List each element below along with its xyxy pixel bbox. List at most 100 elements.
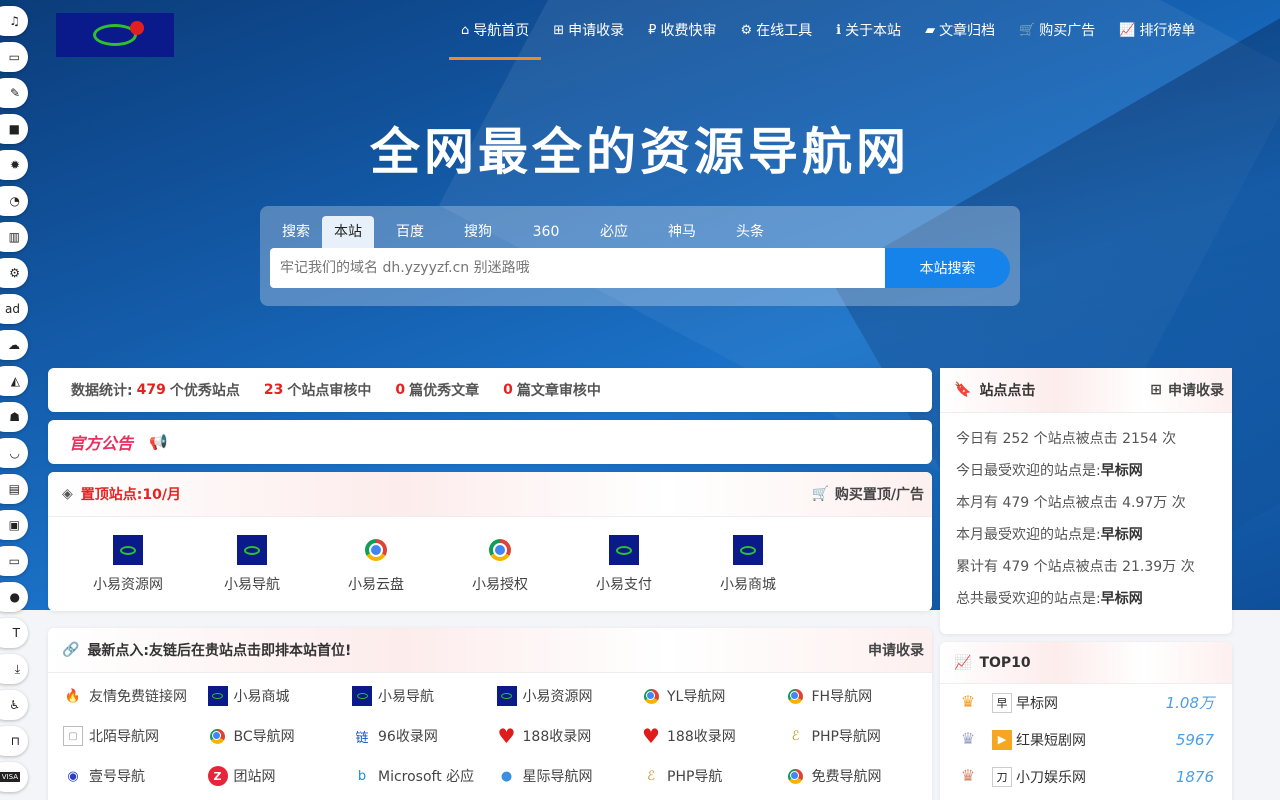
leftbar-item-3[interactable]: ■ <box>0 114 28 144</box>
leftbar-item-20[interactable]: ⊓ <box>0 726 28 756</box>
latest-link-2[interactable]: 小易导航 <box>352 683 497 709</box>
top-site-icon-wrap <box>609 535 639 565</box>
latest-link-0[interactable]: 🔥 友情免费链接网 <box>63 683 208 709</box>
leftbar-item-11[interactable]: ☗ <box>0 402 28 432</box>
nav-item-4[interactable]: ℹ 关于本站 <box>824 0 913 60</box>
nav-item-3[interactable]: ⚙ 在线工具 <box>728 0 824 60</box>
leftbar-item-5[interactable]: ◔ <box>0 186 28 216</box>
barcode-icon: ▥ <box>8 230 20 244</box>
latest-link-16[interactable]: ℰ PHP导航 <box>641 763 786 789</box>
latest-link-14[interactable]: b Microsoft 必应 <box>352 763 497 789</box>
clicks-apply-label: 申请收录 <box>1168 383 1224 399</box>
leftbar-item-7[interactable]: ⚙ <box>0 258 28 288</box>
buy-top-link[interactable]: 🛒 购买置顶/广告 <box>811 484 924 504</box>
clicks-line-site[interactable]: 早标网 <box>1101 527 1143 543</box>
leftbar-item-16[interactable]: ● <box>0 582 28 612</box>
top10-header: 📈 TOP10 <box>940 642 1232 684</box>
search-button[interactable]: 本站搜索 <box>885 248 1010 288</box>
leftbar-item-1[interactable]: ▭ <box>0 42 28 72</box>
latest-link-17[interactable]: 免费导航网 <box>786 763 931 789</box>
search-tab-5[interactable]: 必应 <box>588 216 640 248</box>
clicks-line-text: 本月有 479 个站点被点击 4.97万 次 <box>956 495 1186 511</box>
top-site-name: 小易商城 <box>720 577 776 593</box>
data-stats: 数据统计: 479 个优秀站点 23 个站点审核中 0 篇优秀文章 0 篇文章审… <box>48 368 932 412</box>
top-site-2[interactable]: 小易云盘 <box>314 535 438 594</box>
nav-item-1[interactable]: ⊞ 申请收录 <box>541 0 636 60</box>
latest-link-5[interactable]: FH导航网 <box>786 683 931 709</box>
clicks-line-site[interactable]: 早标网 <box>1101 463 1143 479</box>
leftbar-item-12[interactable]: ◡ <box>0 438 28 468</box>
latest-link-9[interactable]: ♥ 188收录网 <box>497 723 642 749</box>
leftbar-item-6[interactable]: ▥ <box>0 222 28 252</box>
latest-link-4[interactable]: YL导航网 <box>641 683 786 709</box>
leftbar-item-17[interactable]: T <box>0 618 28 648</box>
top-site-1[interactable]: 小易导航 <box>190 535 314 594</box>
leftbar-item-8[interactable]: ad <box>0 294 28 324</box>
octopus-icon: ☗ <box>9 410 20 424</box>
nav-item-5[interactable]: ▰ 文章归档 <box>913 0 1007 60</box>
search-input[interactable] <box>270 248 886 288</box>
latest-link-8[interactable]: 链 96收录网 <box>352 723 497 749</box>
latest-apply-link[interactable]: 申请收录 <box>868 640 924 660</box>
line-chart-icon: 📈 <box>1119 22 1136 38</box>
leftbar-item-4[interactable]: ✹ <box>0 150 28 180</box>
leftbar-item-10[interactable]: ◭ <box>0 366 28 396</box>
top10-row-1[interactable]: ♛ ▶ 红果短剧网 5967 <box>940 721 1232 758</box>
announcement-bar: 官方公告 📢 <box>48 420 932 464</box>
top-site-0[interactable]: 小易资源网 <box>66 535 190 594</box>
top10-site-icon: ▶ <box>992 729 1012 750</box>
latest-link-3[interactable]: 小易资源网 <box>496 683 642 709</box>
leftbar-item-18[interactable]: ⤓ <box>0 654 28 684</box>
search-tabs-label: 搜索 <box>282 224 310 240</box>
latest-header: 🔗 最新点入:友链后在贵站点击即排本站首位! 申请收录 <box>48 628 932 673</box>
line-chart-icon: 📈 <box>954 654 972 671</box>
clicks-line-site[interactable]: 早标网 <box>1101 591 1143 607</box>
latest-link-name: 小易资源网 <box>522 689 593 705</box>
latest-link-1[interactable]: 小易商城 <box>207 683 353 709</box>
clicks-line-text: 总共最受欢迎的站点是: <box>956 591 1101 607</box>
nav-item-0[interactable]: ⌂ 导航首页 <box>449 0 542 60</box>
leftbar-item-13[interactable]: ▤ <box>0 474 28 504</box>
nav-item-7[interactable]: 📈 排行榜单 <box>1107 0 1207 60</box>
search-tab-3[interactable]: 搜狗 <box>452 216 504 248</box>
leftbar-item-9[interactable]: ☁ <box>0 330 28 360</box>
latest-link-name: 小易商城 <box>233 689 290 705</box>
latest-link-12[interactable]: ◉ 壹号导航 <box>63 763 208 789</box>
leftbar-item-19[interactable]: ♿ <box>0 690 28 720</box>
latest-link-6[interactable]: ▢ 北陌导航网 <box>63 723 208 749</box>
bookmark-icon: 🔖 <box>954 382 972 398</box>
top10-panel: 📈 TOP10 ♛ 早早标网 1.08万 ♛ ▶ 红果短剧网 5967 ♛ 刀小刀娱乐网 1876 <box>940 642 1232 800</box>
chrome-icon <box>208 726 228 746</box>
top-site-3[interactable]: 小易授权 <box>438 535 562 594</box>
search-tab-2[interactable]: 百度 <box>384 216 436 248</box>
leftbar-item-21[interactable]: VISA <box>0 762 28 792</box>
latest-link-11[interactable]: ℰ PHP导航网 <box>786 723 931 749</box>
chrome-icon <box>489 539 511 561</box>
nav-label: 排行榜单 <box>1139 23 1196 39</box>
leftbar-item-2[interactable]: ✎ <box>0 78 28 108</box>
leftbar-item-15[interactable]: ▭ <box>0 546 28 576</box>
nav-item-2[interactable]: ₽ 收费快审 <box>636 0 728 60</box>
latest-link-15[interactable]: ● 星际导航网 <box>497 763 642 789</box>
top-site-5[interactable]: 小易商城 <box>686 535 810 594</box>
archway-icon: ⊓ <box>10 734 20 748</box>
site-logo[interactable] <box>56 13 174 57</box>
leftbar-item-14[interactable]: ▣ <box>0 510 28 540</box>
search-tab-4[interactable]: 360 <box>520 216 572 248</box>
visa-icon: VISA <box>0 772 20 782</box>
latest-link-7[interactable]: BC导航网 <box>208 723 353 749</box>
clicks-apply-link[interactable]: ⊞ 申请收录 <box>1150 380 1224 400</box>
top10-row-2[interactable]: ♛ 刀小刀娱乐网 1876 <box>940 758 1232 795</box>
latest-link-13[interactable]: Z 团站网 <box>207 763 353 789</box>
nav-label: 申请收录 <box>568 23 625 39</box>
top10-row-0[interactable]: ♛ 早早标网 1.08万 <box>940 684 1232 721</box>
top-site-4[interactable]: 小易支付 <box>562 535 686 594</box>
search-tab-7[interactable]: 头条 <box>724 216 776 248</box>
left-icon-bar: ♫ ▭ ✎ ■ ✹ ◔ ▥ ⚙ ad ☁ ◭ ☗ ◡ ▤ ▣ ▭ ● T ⤓ ♿ ⊓ VISA <box>0 0 30 800</box>
latest-link-10[interactable]: ♥ 188收录网 <box>641 723 786 749</box>
cart-icon: 🛒 <box>1019 22 1036 38</box>
search-tab-6[interactable]: 神马 <box>656 216 708 248</box>
nav-item-6[interactable]: 🛒 购买广告 <box>1007 0 1107 60</box>
search-tab-1[interactable]: 本站 <box>322 216 374 248</box>
leftbar-item-0[interactable]: ♫ <box>0 6 28 36</box>
